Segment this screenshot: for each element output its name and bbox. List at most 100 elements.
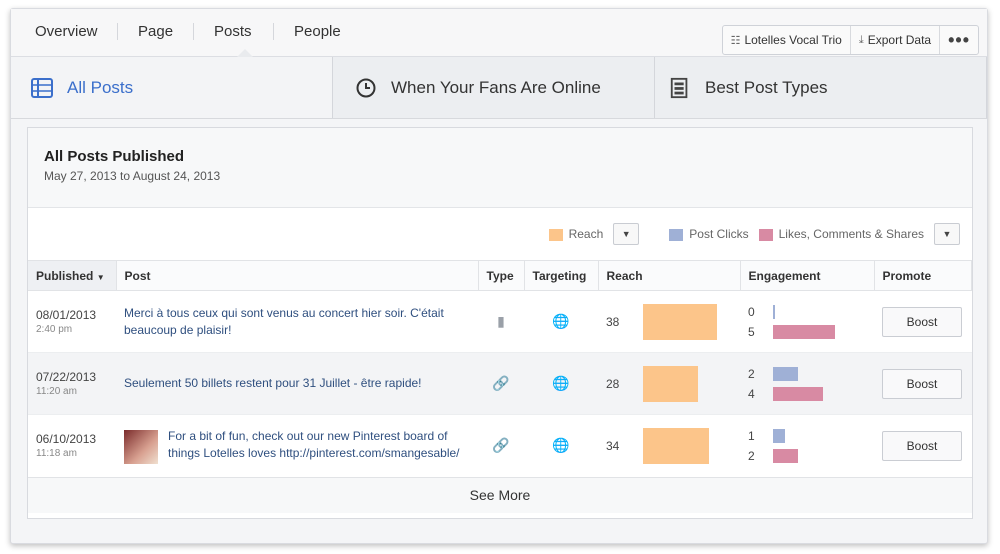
boost-button[interactable]: Boost: [882, 368, 962, 399]
col-published[interactable]: Published ▼: [28, 260, 117, 291]
col-targeting: Targeting: [524, 260, 599, 291]
legend-reach: Reach: [548, 227, 603, 241]
targeting-cell: 🌐: [524, 290, 598, 353]
globe-icon: 🌐: [552, 437, 570, 454]
table-row: 07/22/2013 11:20 am Seulement 50 billets…: [28, 352, 972, 415]
page-icon: ☷: [730, 34, 741, 47]
more-icon: •••: [948, 29, 970, 50]
active-tab-indicator: [237, 49, 253, 57]
reach-value: 38: [606, 314, 620, 329]
tab-people[interactable]: People: [273, 23, 341, 40]
post-cell[interactable]: For a bit of fun, check out our new Pint…: [116, 414, 478, 477]
reach-value: 28: [606, 376, 620, 391]
link-icon: 🔗: [492, 375, 510, 391]
subtab-all-posts[interactable]: All Posts: [11, 57, 333, 118]
type-cell: 🔗: [478, 414, 524, 477]
reach-cell: 38: [598, 290, 740, 353]
type-cell: ▮: [478, 290, 524, 353]
reach-cell: 28: [598, 352, 740, 415]
engagement-cell: 2 4: [740, 352, 874, 415]
reach-cell: 34: [598, 414, 740, 477]
subtab-label: All Posts: [67, 77, 134, 97]
col-type: Type: [478, 260, 525, 291]
globe-icon: 🌐: [552, 375, 570, 391]
reach-bar: [643, 303, 718, 340]
see-more-button[interactable]: See More: [28, 476, 972, 513]
post-types-icon: [669, 77, 691, 99]
clock-icon: [355, 77, 377, 99]
post-date: 08/01/2013: [36, 308, 97, 322]
post-cell[interactable]: Seulement 50 billets restent pour 31 Jui…: [116, 352, 478, 415]
reach-swatch: [548, 228, 563, 241]
post-clicks-value: 0: [748, 304, 755, 319]
subtab-bar: All Posts When Your Fans Are Online Best…: [11, 57, 987, 119]
targeting-cell: 🌐: [524, 352, 598, 415]
tab-page[interactable]: Page: [117, 23, 173, 40]
likes-swatch: [758, 228, 773, 241]
more-options-button[interactable]: •••: [940, 26, 978, 54]
table-row: 08/01/2013 2:40 pm Merci à tous ceux qui…: [28, 290, 972, 353]
tab-posts[interactable]: Posts: [193, 23, 252, 40]
likes-value: 5: [748, 324, 755, 339]
link-icon: 🔗: [492, 437, 510, 454]
legend-row: Reach ▼ Post Clicks Likes, Comments & Sh…: [28, 208, 972, 260]
reach-bar: [643, 427, 710, 464]
subtab-fans-online[interactable]: When Your Fans Are Online: [333, 57, 655, 118]
engagement-cell: 0 5: [740, 290, 874, 353]
tab-overview[interactable]: Overview: [35, 23, 98, 40]
promote-cell: Boost: [874, 352, 972, 415]
reach-value: 34: [606, 438, 620, 453]
legend-post-clicks: Post Clicks: [669, 227, 749, 241]
download-icon: ⤓: [858, 33, 864, 46]
type-cell: 🔗: [478, 352, 524, 415]
table-icon: [31, 77, 53, 99]
post-date: 06/10/2013: [36, 432, 97, 447]
published-cell: 08/01/2013 2:40 pm: [28, 290, 116, 353]
targeting-cell: 🌐: [524, 414, 598, 477]
likes-bar: [772, 448, 798, 463]
post-text[interactable]: Merci à tous ceux qui sont venus au conc…: [124, 305, 470, 339]
card-title: All Posts Published: [44, 148, 185, 165]
subtab-best-post-types[interactable]: Best Post Types: [655, 57, 987, 118]
post-time: 11:20 am: [36, 386, 77, 397]
posts-table: Published ▼ Post Type Targeting Reach En…: [28, 260, 972, 477]
post-thumbnail: [124, 429, 158, 464]
likes-bar: [772, 386, 823, 401]
col-post: Post: [116, 260, 479, 291]
posts-card: All Posts Published May 27, 2013 to Augu…: [27, 127, 973, 519]
export-data-button[interactable]: ⤓ Export Data: [851, 26, 941, 54]
col-engagement: Engagement: [740, 260, 875, 291]
legend-likes: Likes, Comments & Shares: [758, 227, 924, 241]
boost-button[interactable]: Boost: [882, 306, 962, 337]
published-cell: 06/10/2013 11:18 am: [28, 414, 116, 477]
col-reach: Reach: [598, 260, 741, 291]
post-clicks-bar: [772, 366, 798, 381]
engagement-cell: 1 2: [740, 414, 874, 477]
card-header: All Posts Published May 27, 2013 to Augu…: [28, 128, 972, 208]
table-row: 06/10/2013 11:18 am For a bit of fun, ch…: [28, 414, 972, 477]
promote-cell: Boost: [874, 414, 972, 477]
post-clicks-bar: [772, 428, 785, 443]
page-actions: ☷ Lotelles Vocal Trio ⤓ Export Data •••: [721, 25, 979, 55]
post-cell[interactable]: Merci à tous ceux qui sont venus au conc…: [116, 290, 478, 353]
published-cell: 07/22/2013 11:20 am: [28, 352, 116, 415]
likes-bar: [772, 324, 835, 339]
date-range: May 27, 2013 to August 24, 2013: [44, 169, 221, 183]
post-clicks-value: 1: [748, 428, 755, 443]
engagement-dropdown[interactable]: ▼: [934, 223, 960, 245]
post-clicks-swatch: [669, 228, 684, 241]
likes-value: 2: [748, 448, 755, 463]
reach-dropdown[interactable]: ▼: [613, 223, 640, 245]
promote-cell: Boost: [874, 290, 972, 353]
sort-desc-icon: ▼: [96, 272, 105, 282]
post-clicks-bar: [772, 304, 775, 319]
post-text[interactable]: For a bit of fun, check out our new Pint…: [124, 428, 470, 462]
post-clicks-value: 2: [748, 366, 755, 381]
boost-button[interactable]: Boost: [882, 430, 962, 461]
likes-value: 4: [748, 386, 755, 401]
export-label: Export Data: [867, 33, 932, 47]
post-time: 11:18 am: [36, 448, 77, 460]
post-text[interactable]: Seulement 50 billets restent pour 31 Jui…: [124, 375, 470, 392]
page-selector-button[interactable]: ☷ Lotelles Vocal Trio: [723, 26, 851, 54]
col-promote: Promote: [874, 260, 972, 291]
